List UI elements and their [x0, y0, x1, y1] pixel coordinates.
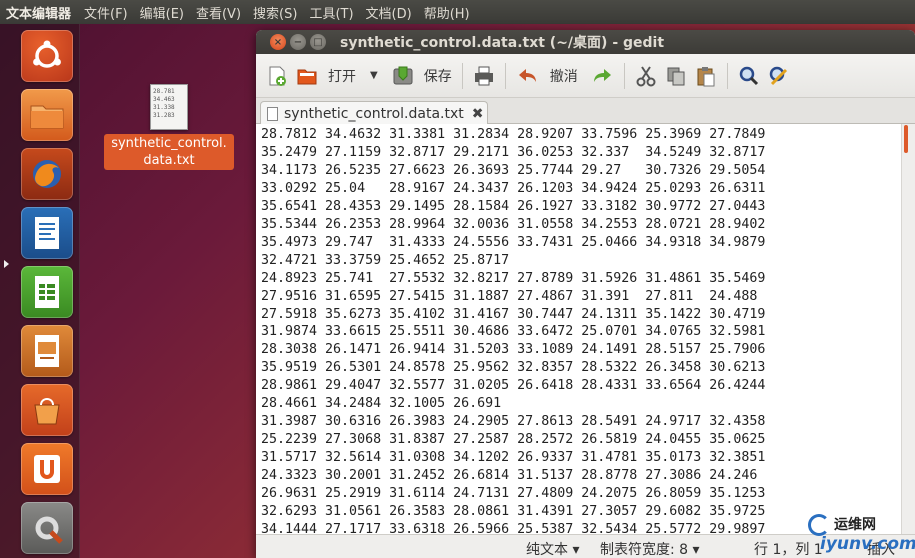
- editor-line: 34.1173 26.5235 27.6623 26.3693 25.7744 …: [261, 162, 766, 178]
- maximize-window-button[interactable]: □: [310, 34, 326, 50]
- window-title: synthetic_control.data.txt (~/桌面) - gedi…: [340, 35, 665, 51]
- writer-icon[interactable]: [21, 207, 73, 259]
- toolbar-separator: [726, 62, 728, 89]
- watermark-text: 运维网: [834, 517, 876, 533]
- open-label: 打开: [328, 68, 356, 85]
- editor-line: 31.9874 33.6615 25.5511 30.4686 33.6472 …: [261, 324, 766, 340]
- cut-button[interactable]: [631, 59, 661, 93]
- watermark-icon: [808, 514, 830, 536]
- desktop-file-label: synthetic_control. data.txt: [104, 134, 234, 170]
- paste-button[interactable]: [691, 59, 721, 93]
- impress-icon[interactable]: [21, 325, 73, 377]
- vertical-scrollbar[interactable]: [901, 124, 915, 534]
- printer-icon: [473, 65, 495, 87]
- watermark-domain: iyunv.com: [820, 534, 915, 554]
- toolbar: 打开 ▼ 保存 撤消: [256, 54, 915, 98]
- minimize-window-button[interactable]: −: [290, 34, 306, 50]
- tab-width-selector[interactable]: 制表符宽度: 8 ▾: [600, 539, 700, 558]
- language-mode-selector[interactable]: 纯文本 ▾: [526, 539, 579, 558]
- paste-clipboard-icon: [695, 65, 717, 87]
- menu-help[interactable]: 帮助(H): [418, 3, 476, 22]
- close-tab-icon[interactable]: ✖: [472, 106, 484, 122]
- copy-icon: [665, 65, 687, 87]
- editor-line: 31.3987 30.6316 26.3983 24.2905 27.8613 …: [261, 414, 766, 430]
- watermark-logo: 运维网 iyunv.com: [800, 512, 915, 558]
- ubuntu-one-icon[interactable]: [21, 443, 73, 495]
- toolbar-separator: [461, 62, 463, 89]
- menu-search[interactable]: 搜索(S): [247, 3, 303, 22]
- open-dropdown-arrow-icon[interactable]: ▼: [370, 70, 378, 81]
- save-button[interactable]: 保存: [388, 59, 456, 93]
- ubuntu-logo-icon[interactable]: [21, 30, 73, 82]
- print-button[interactable]: [469, 59, 499, 93]
- menu-view[interactable]: 查看(V): [190, 3, 247, 22]
- editor-line: 35.2479 27.1159 32.8717 29.2171 36.0253 …: [261, 144, 766, 160]
- copy-button[interactable]: [661, 59, 691, 93]
- top-panel: 文本编辑器 文件(F) 编辑(E) 查看(V) 搜索(S) 工具(T) 文档(D…: [0, 0, 915, 24]
- undo-button[interactable]: 撤消: [512, 59, 582, 93]
- new-document-icon: [266, 65, 288, 87]
- undo-arrow-icon: [516, 65, 538, 87]
- open-folder-icon: [296, 65, 318, 87]
- editor-line: 33.0292 25.04 28.9167 24.3437 26.1203 34…: [261, 180, 766, 196]
- document-tab[interactable]: synthetic_control.data.txt ✖: [260, 101, 488, 125]
- text-file-icon: 28.781 34.463 31.338 31.283: [150, 84, 188, 130]
- software-center-icon[interactable]: [21, 384, 73, 436]
- redo-button[interactable]: [588, 59, 618, 93]
- active-app-title: 文本编辑器: [6, 6, 72, 22]
- desktop-file-icon[interactable]: 28.781 34.463 31.338 31.283 synthetic_co…: [104, 84, 234, 170]
- calc-icon[interactable]: [21, 266, 73, 318]
- running-indicator: [4, 260, 9, 268]
- find-button[interactable]: [734, 59, 764, 93]
- editor-line: 35.9519 26.5301 24.8578 25.9562 32.8357 …: [261, 360, 766, 376]
- editor-line: 27.5918 35.6273 35.4102 31.4167 30.7447 …: [261, 306, 766, 322]
- editor-line: 27.9516 31.6595 27.5415 31.1887 27.4867 …: [261, 288, 758, 304]
- system-settings-icon[interactable]: [21, 502, 73, 554]
- menu-edit[interactable]: 编辑(E): [134, 3, 190, 22]
- save-label: 保存: [423, 68, 452, 85]
- close-window-button[interactable]: ×: [270, 34, 286, 50]
- home-folder-icon[interactable]: [21, 89, 73, 141]
- editor-line: 28.7812 34.4632 31.3381 31.2834 28.9207 …: [261, 127, 766, 142]
- menu-file[interactable]: 文件(F): [78, 3, 134, 22]
- editor-line: 35.4973 29.747 31.4333 24.5556 33.7431 2…: [261, 234, 766, 250]
- magnifier-search-icon: [738, 65, 760, 87]
- toolbar-separator: [504, 62, 506, 89]
- find-replace-button[interactable]: [764, 59, 794, 93]
- new-document-button[interactable]: [262, 59, 292, 93]
- scissors-icon: [635, 65, 657, 87]
- editor-line: 35.5344 26.2353 28.9964 32.0036 31.0558 …: [261, 216, 766, 232]
- document-icon: [267, 106, 278, 121]
- tab-label: synthetic_control.data.txt: [284, 105, 464, 122]
- document-tabbar: synthetic_control.data.txt ✖: [256, 98, 915, 125]
- save-icon: [392, 65, 414, 87]
- find-replace-icon: [768, 65, 790, 87]
- editor-line: 28.9861 29.4047 32.5577 31.0205 26.6418 …: [261, 378, 766, 394]
- menu-tools[interactable]: 工具(T): [303, 3, 359, 22]
- editor-line: 28.4661 34.2484 32.1005 26.691: [261, 396, 502, 412]
- launcher: [0, 24, 80, 558]
- editor-line: 24.3323 30.2001 31.2452 26.6814 31.5137 …: [261, 468, 758, 484]
- menu-documents[interactable]: 文档(D): [360, 3, 418, 22]
- scrollbar-thumb[interactable]: [904, 125, 908, 153]
- redo-arrow-icon: [592, 65, 614, 87]
- editor-line: 26.9631 25.2919 31.6114 24.7131 27.4809 …: [261, 486, 766, 502]
- firefox-icon[interactable]: [21, 148, 73, 200]
- editor-line: 24.8923 25.741 27.5532 32.8217 27.8789 3…: [261, 270, 766, 286]
- toolbar-separator: [623, 62, 625, 89]
- editor-line: 28.3038 26.1471 26.9414 31.5203 33.1089 …: [261, 342, 766, 358]
- editor-line: 25.2239 27.3068 31.8387 27.2587 28.2572 …: [261, 432, 766, 448]
- open-button[interactable]: 打开 ▼: [292, 59, 382, 93]
- editor-line: 31.5717 32.5614 31.0308 34.1202 26.9337 …: [261, 450, 766, 466]
- window-titlebar[interactable]: × − □ synthetic_control.data.txt (~/桌面) …: [256, 30, 915, 54]
- editor-line: 35.6541 28.4353 29.1495 28.1584 26.1927 …: [261, 198, 766, 214]
- gedit-window: × − □ synthetic_control.data.txt (~/桌面) …: [256, 30, 915, 558]
- editor-line: 32.4721 33.3759 25.4652 25.8717: [261, 252, 510, 268]
- undo-label: 撤消: [549, 68, 578, 85]
- text-editor-area[interactable]: 28.7812 34.4632 31.3381 31.2834 28.9207 …: [256, 124, 901, 534]
